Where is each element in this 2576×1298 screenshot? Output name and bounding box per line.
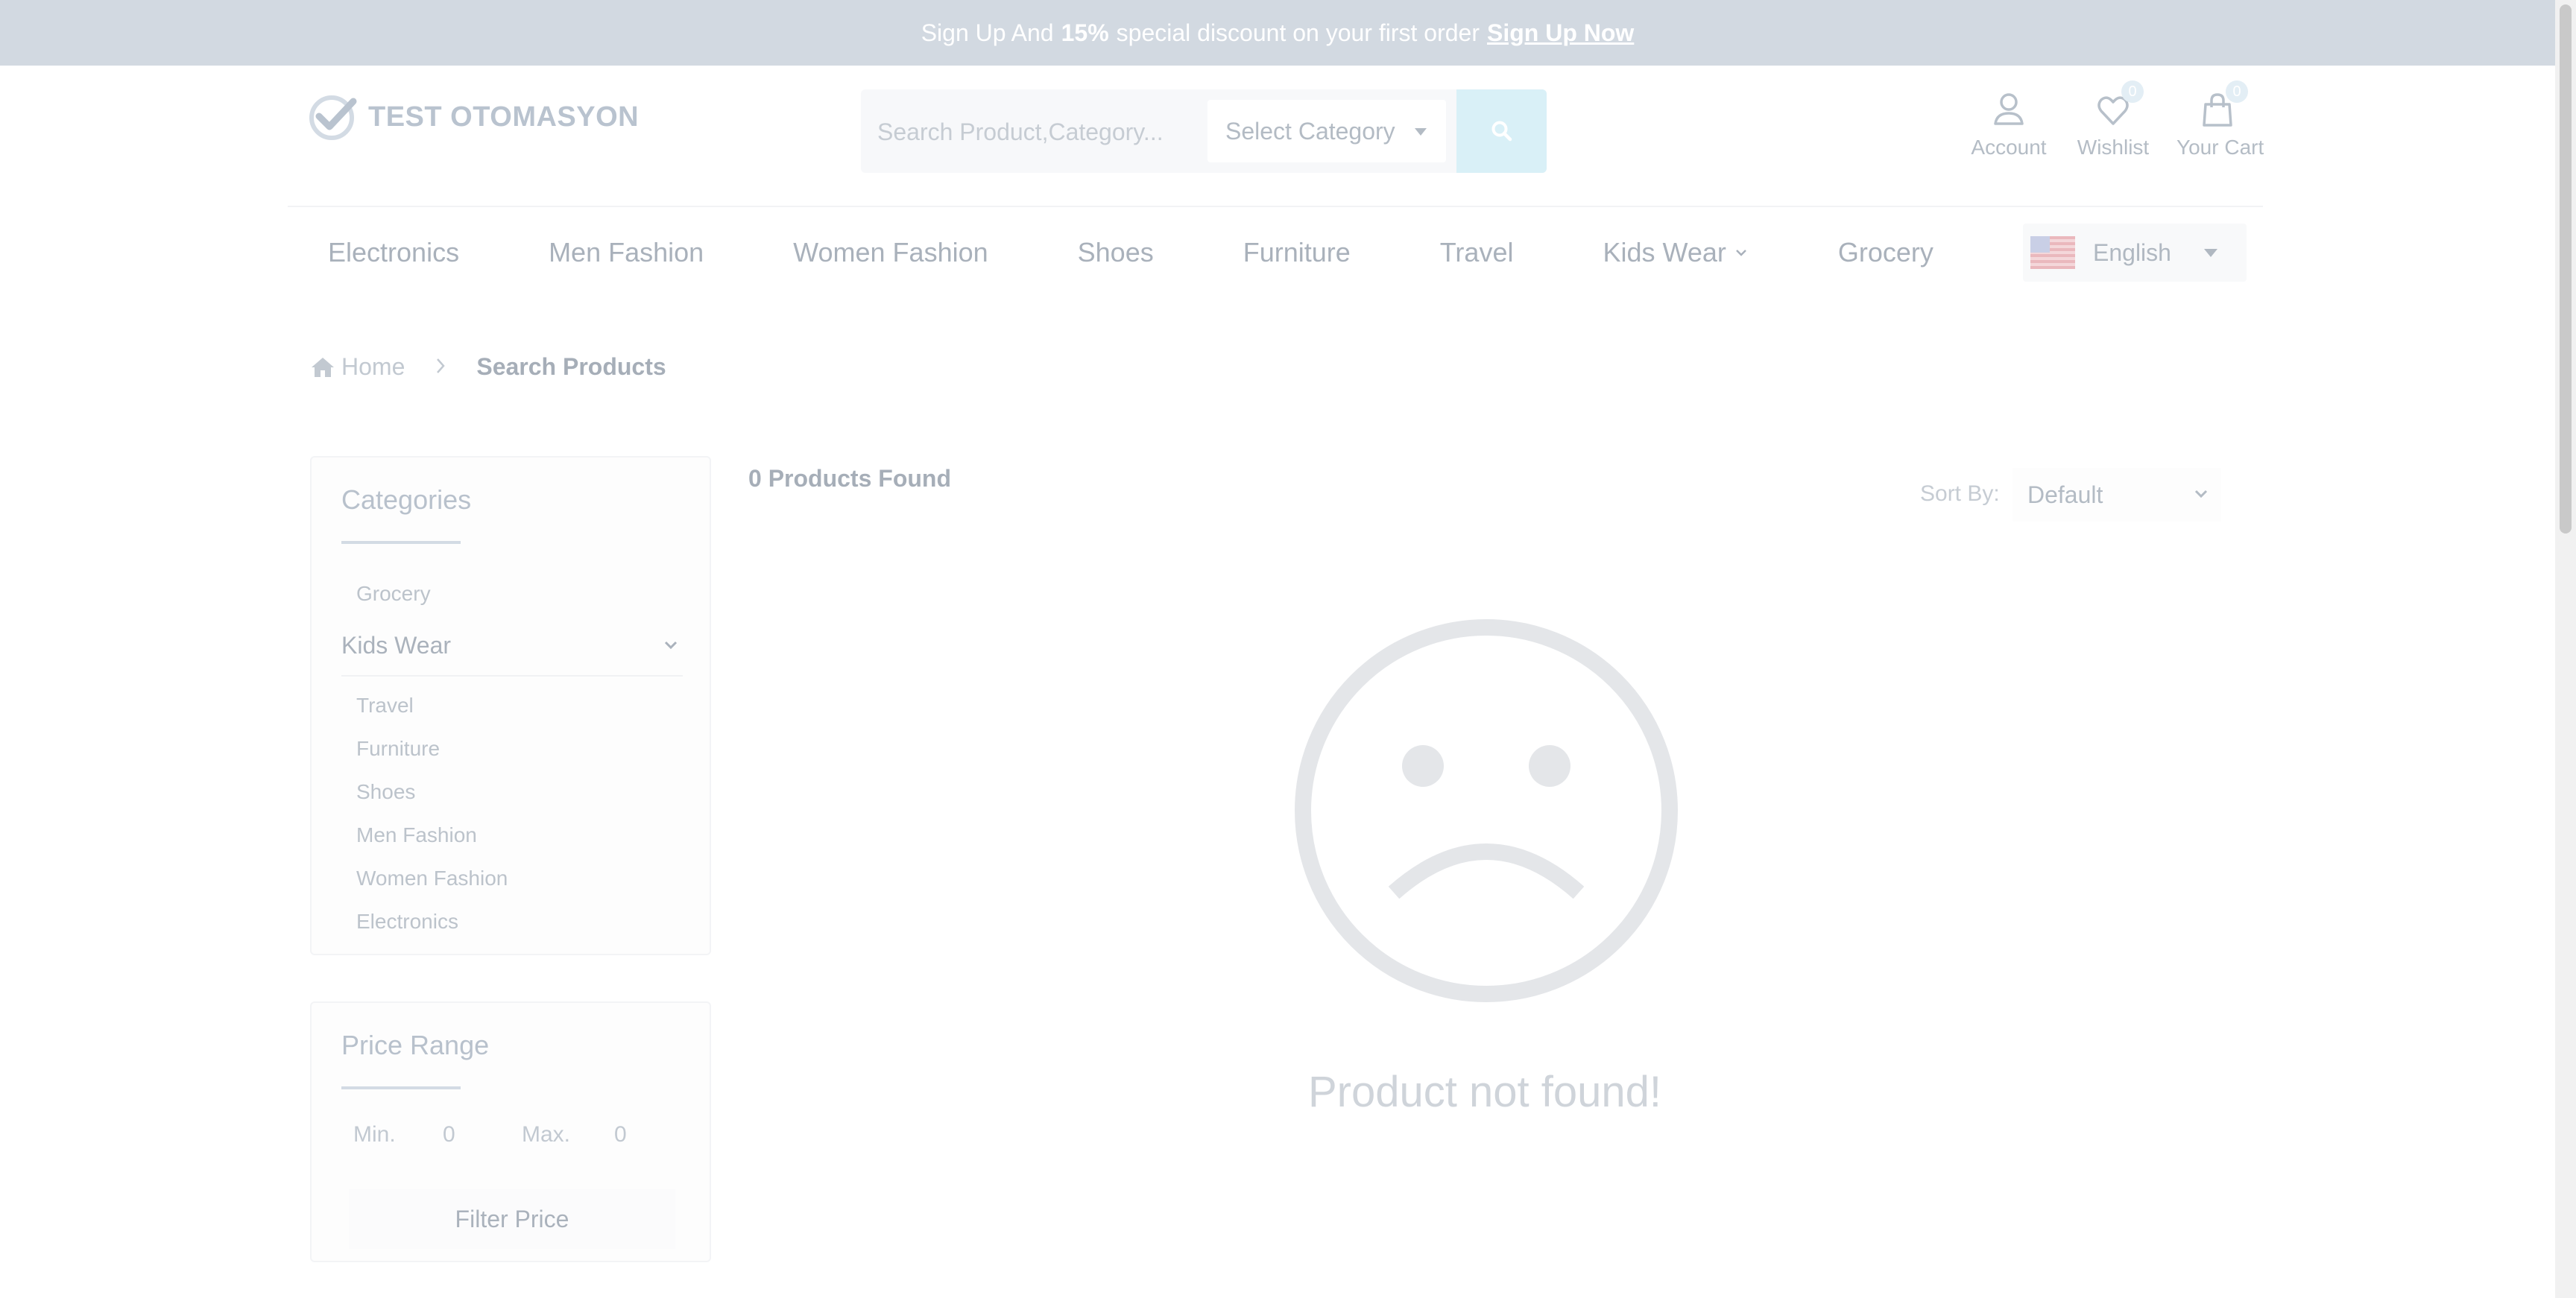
language-value: English [2093, 238, 2171, 266]
chevron-down-icon [1735, 250, 1746, 256]
nav-item-kids-wear-label: Kids Wear [1603, 237, 1726, 267]
scrollbar-thumb[interactable] [2560, 4, 2572, 534]
caret-down-icon [2203, 248, 2217, 257]
filter-price-button[interactable]: Filter Price [349, 1189, 675, 1249]
products-found-count: 0 Products Found [748, 465, 951, 492]
sort-select[interactable]: Default [2012, 468, 2221, 522]
breadcrumb-current: Search Products [476, 353, 666, 380]
max-price-label: Max. [522, 1122, 571, 1147]
scrollbar-track[interactable] [2555, 0, 2576, 1298]
breadcrumb-home[interactable]: Home [310, 353, 405, 381]
cart-button[interactable]: 0 Your Cart [2176, 80, 2264, 159]
min-price-input[interactable]: 0 [443, 1122, 522, 1147]
category-group-label: Kids Wear [341, 632, 452, 659]
language-select[interactable]: English [2023, 224, 2247, 282]
category-item-shoes[interactable]: Shoes [341, 770, 683, 814]
main-nav: Electronics Men Fashion Women Fashion Sh… [328, 237, 2023, 268]
product-not-found-message: Product not found! [1308, 1068, 1661, 1116]
price-inputs: Min. 0 Max. 0 [353, 1122, 674, 1147]
promo-text-after: special discount on your first order [1116, 19, 1480, 46]
sad-face-icon [1292, 617, 1680, 1008]
caret-down-icon [1415, 128, 1427, 136]
nav-item-men-fashion[interactable]: Men Fashion [549, 237, 704, 268]
category-select[interactable]: Select Category [1208, 100, 1446, 162]
categories-title: Categories [341, 484, 472, 515]
nav-item-electronics[interactable]: Electronics [328, 237, 459, 268]
price-range-title: Price Range [341, 1030, 490, 1060]
header-actions: Account 0 Wishlist 0 Your Cart [1968, 80, 2264, 159]
signup-link[interactable]: Sign Up Now [1487, 19, 1634, 47]
cart-label: Your Cart [2176, 136, 2264, 159]
category-group-kids-wear[interactable]: Kids Wear [341, 615, 683, 677]
nav-item-shoes[interactable]: Shoes [1078, 237, 1154, 268]
category-item-travel[interactable]: Travel [341, 684, 683, 727]
user-icon [1994, 93, 2024, 125]
wishlist-label: Wishlist [2077, 136, 2150, 159]
category-select-value: Select Category [1225, 117, 1395, 145]
nav-item-travel[interactable]: Travel [1440, 237, 1514, 268]
nav-item-women-fashion[interactable]: Women Fashion [793, 237, 988, 268]
logo-check-icon [307, 91, 359, 143]
breadcrumb: Home Search Products [310, 353, 666, 381]
price-range-title-underline [341, 1086, 461, 1089]
site-logo[interactable]: TEST OTOMASYON [307, 91, 639, 143]
max-price-input[interactable]: 0 [614, 1122, 674, 1147]
promo-discount: 15% [1061, 19, 1109, 46]
wishlist-count-badge: 0 [2121, 80, 2144, 103]
account-button[interactable]: Account [1968, 91, 2050, 159]
min-price-label: Min. [353, 1122, 396, 1147]
logo-text: TEST OTOMASYON [368, 101, 640, 133]
search-icon [1491, 121, 1512, 142]
chevron-down-icon [2194, 490, 2208, 498]
category-item-women-fashion[interactable]: Women Fashion [341, 857, 683, 900]
category-item-grocery[interactable]: Grocery [341, 572, 683, 615]
sort-select-value: Default [2027, 481, 2103, 508]
categories-title-underline [341, 541, 461, 544]
nav-item-grocery[interactable]: Grocery [1838, 237, 1933, 268]
cart-count-badge: 0 [2226, 80, 2248, 103]
us-flag-icon [2030, 236, 2075, 269]
sort-by-label: Sort By: [1920, 481, 2000, 506]
categories-panel: Categories Grocery Kids Wear Travel Furn… [310, 456, 711, 955]
chevron-right-icon [435, 353, 446, 381]
breadcrumb-home-label: Home [341, 353, 405, 380]
promo-bar: Sign Up And 15% special discount on your… [0, 0, 2555, 66]
header-divider [288, 206, 2263, 207]
account-label: Account [1971, 136, 2047, 159]
category-item-men-fashion[interactable]: Men Fashion [341, 814, 683, 857]
promo-text-before: Sign Up And [921, 19, 1054, 46]
chevron-down-icon [664, 641, 678, 650]
nav-item-kids-wear[interactable]: Kids Wear [1603, 237, 1748, 268]
category-list: Grocery Kids Wear Travel Furniture Shoes… [341, 572, 683, 943]
nav-item-furniture[interactable]: Furniture [1243, 237, 1351, 268]
price-range-panel: Price Range Min. 0 Max. 0 Filter Price [310, 1001, 711, 1262]
category-item-furniture[interactable]: Furniture [341, 727, 683, 770]
category-item-electronics[interactable]: Electronics [341, 900, 683, 943]
home-icon [312, 357, 334, 377]
search-bar: Select Category [861, 89, 1547, 173]
search-button[interactable] [1456, 89, 1547, 173]
wishlist-button[interactable]: 0 Wishlist [2072, 80, 2154, 159]
